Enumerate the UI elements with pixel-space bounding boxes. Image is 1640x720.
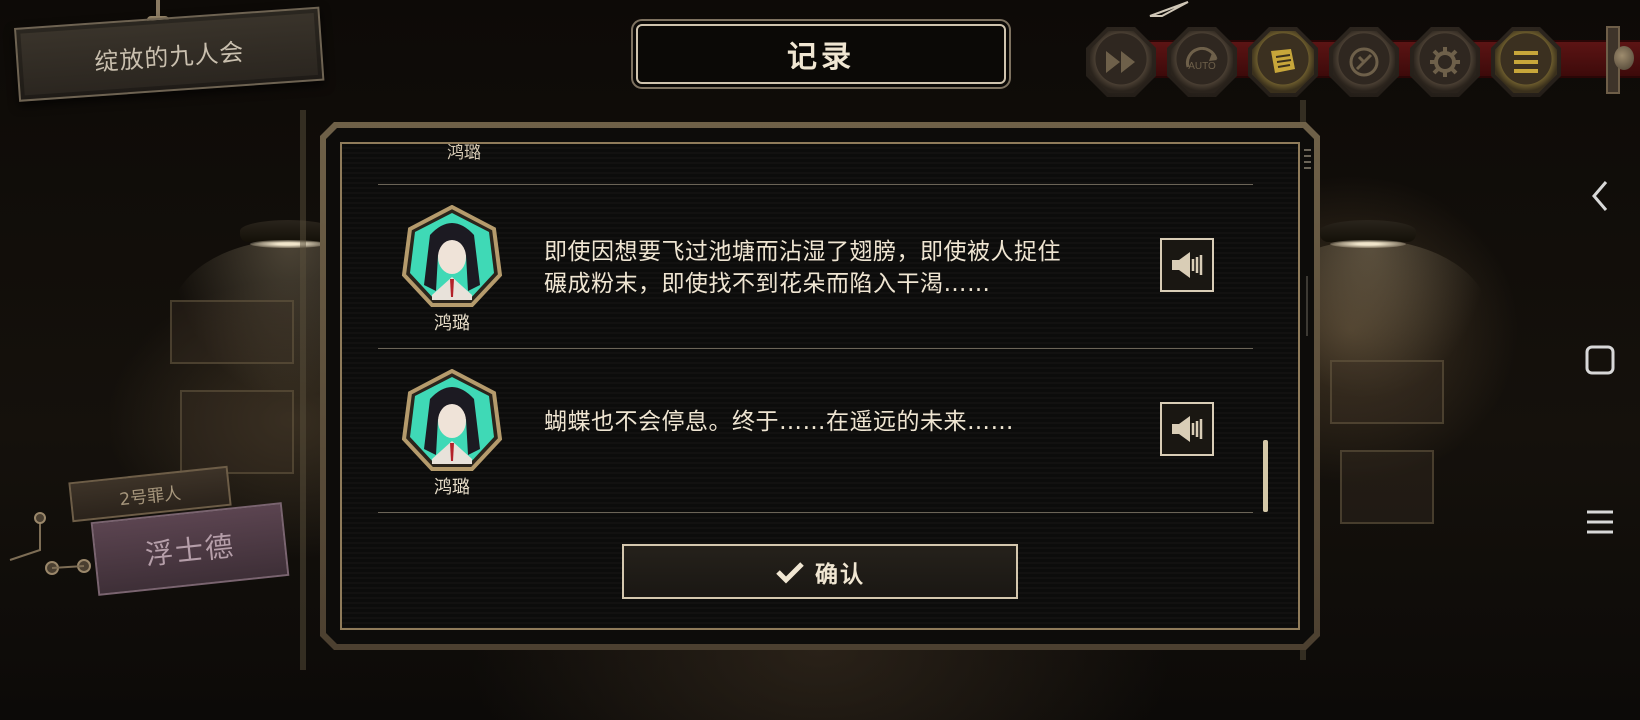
skip-button[interactable] [1329, 27, 1399, 97]
menu-button[interactable] [1491, 27, 1561, 97]
auto-icon: AUTO [1185, 47, 1218, 72]
log-scrollbar-thumb[interactable] [1263, 440, 1268, 512]
log-title: 记录 [787, 40, 855, 75]
android-back-button[interactable] [1578, 174, 1622, 218]
divider [378, 512, 1253, 513]
portrait-avatar [401, 369, 503, 471]
log-button[interactable] [1248, 27, 1318, 97]
sinner-number: 2号罪人 [118, 483, 183, 510]
voice-replay-button[interactable] [1160, 238, 1214, 292]
paper-plane-icon [1149, 1, 1189, 17]
dialogue-text: 即使因想要飞过池塘而沾湿了翅膀，即使被人捉住 碾成粉末，即使找不到花朵而陷入干渴… [544, 239, 1061, 297]
settings-button[interactable] [1410, 27, 1480, 97]
skip-icon [1349, 47, 1379, 77]
frame-tick-decoration [1304, 149, 1311, 336]
back-icon [1592, 181, 1608, 211]
portrait-avatar [401, 205, 503, 307]
chapter-title: 绽放的九人会 [93, 37, 246, 76]
voice-replay-button[interactable] [1160, 402, 1214, 456]
svg-text:AUTO: AUTO [1188, 61, 1216, 72]
log-list[interactable]: 鸿璐 鸿璐 即使因想要飞过池塘而沾湿了翅膀，即使被人捉住 碾成粉末，即使找不到花… [378, 144, 1253, 514]
fast-forward-button[interactable] [1086, 27, 1156, 97]
speaker-icon [1172, 252, 1203, 278]
toolbar-knob [1614, 46, 1634, 70]
speaker-name: 鸿璐 [434, 313, 470, 334]
android-home-button[interactable] [1578, 338, 1622, 382]
gear-icon [1430, 47, 1460, 77]
menu-icon [1514, 51, 1538, 73]
confirm-label: 确认 [815, 561, 865, 588]
log-entry: 鸿璐 即使因想要飞过池塘而沾湿了翅膀，即使被人捉住 碾成粉末，即使找不到花朵而陷… [378, 185, 1253, 349]
speaker-name: 鸿璐 [434, 477, 470, 498]
speaker-name: 鸿璐 [447, 144, 481, 163]
log-icon [1271, 49, 1295, 73]
dialogue-text: 蝴蝶也不会停息。终于……在遥远的未来…… [544, 409, 1014, 435]
log-entry: 鸿璐 蝴蝶也不会停息。终于……在遥远的未来…… [378, 349, 1253, 513]
auto-button[interactable]: AUTO [1167, 27, 1237, 97]
confirm-button[interactable]: 确认 [622, 544, 1018, 599]
android-recents-button[interactable] [1578, 500, 1622, 544]
log-title-box: 记录 [636, 24, 1006, 84]
fast-forward-icon [1106, 51, 1135, 73]
speaker-icon [1172, 416, 1203, 442]
home-icon [1585, 345, 1615, 375]
menu-icon [1587, 510, 1613, 534]
character-name: 浮士德 [143, 529, 237, 572]
checkmark-icon [776, 561, 804, 584]
